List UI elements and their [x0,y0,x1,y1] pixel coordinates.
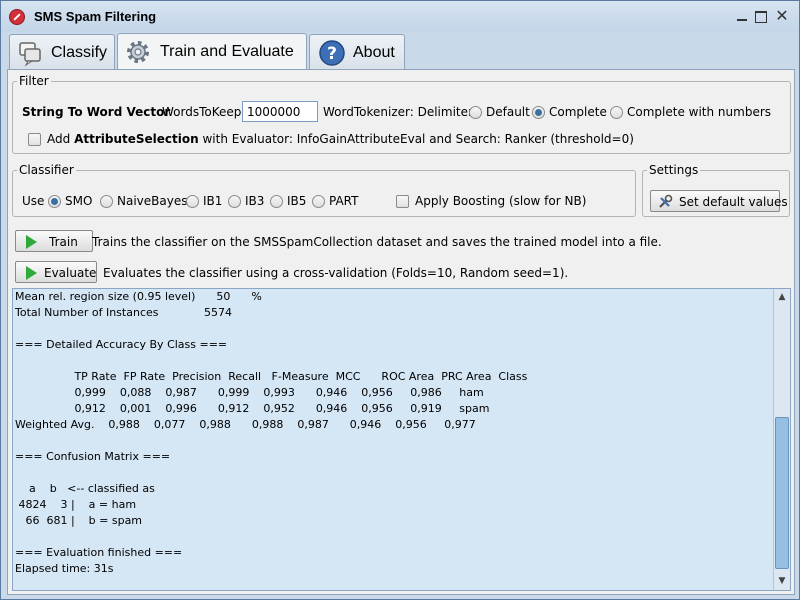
classifier-legend: Classifier [19,163,74,177]
evaluate-button[interactable]: Evaluate [15,261,97,283]
classifier-ib1-label: IB1 [203,194,223,208]
train-button-label: Train [49,235,78,249]
tab-classify[interactable]: Classify [9,34,115,69]
words-to-keep-label: WordsToKeep [162,105,242,119]
output-line: a b <-- classified as [15,482,155,495]
classifier-smo-radio[interactable] [48,195,61,208]
delimiter-complete-numbers-radio[interactable] [610,106,623,119]
classifier-smo-label: SMO [65,194,93,208]
chat-bubbles-icon [19,42,41,67]
tab-train-evaluate-label: Train and Evaluate [160,43,294,60]
classifier-ib5-label: IB5 [287,194,307,208]
app-window: SMS Spam Filtering ✕ Classify Train and … [0,0,800,600]
output-line: === Confusion Matrix === [15,450,171,463]
classifier-ib3-radio[interactable] [228,195,241,208]
delimiter-complete-label: Complete [549,105,607,119]
classifier-part-label: PART [329,194,359,208]
scroll-down-icon[interactable]: ▼ [774,573,790,590]
tools-icon [659,194,673,208]
evaluate-description: Evaluates the classifier using a cross-v… [103,266,569,280]
maximize-icon[interactable] [749,6,771,26]
attribute-selection-checkbox[interactable] [28,133,41,146]
attribute-selection-prefix: Add [47,132,71,146]
set-default-values-button[interactable]: Set default values [650,190,788,212]
boosting-label: Apply Boosting (slow for NB) [415,194,587,208]
set-default-values-label: Set default values [679,195,788,209]
gear-icon [127,41,149,63]
output-line: 66 681 | b = spam [15,514,143,527]
delimiter-default-radio[interactable] [469,106,482,119]
scroll-thumb[interactable] [775,417,789,569]
output-line: 0,912 0,001 0,996 0,912 0,952 0,946 0,95… [15,402,490,415]
output-line: 0,999 0,088 0,987 0,999 0,993 0,946 0,95… [15,386,484,399]
output-line: === Detailed Accuracy By Class === [15,338,228,351]
window-title: SMS Spam Filtering [34,9,157,24]
app-icon [9,9,25,25]
delimiter-default-label: Default [486,105,530,119]
train-button[interactable]: Train [15,230,93,252]
words-to-keep-input[interactable] [242,101,318,122]
tab-about[interactable]: ? About [309,34,405,69]
output-line: Weighted Avg. 0,988 0,077 0,988 0,988 0,… [15,418,476,431]
svg-text:?: ? [327,44,337,64]
attribute-selection-suffix: with Evaluator: InfoGainAttributeEval an… [202,132,634,146]
tab-train-evaluate[interactable]: Train and Evaluate [117,33,307,70]
play-icon [26,266,37,280]
train-description: Trains the classifier on the SMSSpamColl… [92,235,662,249]
output-line: === Evaluation finished === [15,546,183,559]
classifier-ib5-radio[interactable] [270,195,283,208]
tab-about-label: About [353,44,395,61]
attribute-selection-label: Add AttributeSelection with Evaluator: I… [47,132,634,146]
classifier-naivebayes-label: NaiveBayes [117,194,188,208]
output-text: Mean rel. region size (0.95 level) 50 % T… [15,289,527,577]
output-line: Total Number of Instances 5574 [15,306,232,319]
title-bar: SMS Spam Filtering ✕ [1,1,799,32]
tokenizer-label: WordTokenizer: Delimiters [323,105,480,119]
evaluate-button-label: Evaluate [44,266,97,280]
output-text-area[interactable]: Mean rel. region size (0.95 level) 50 % T… [12,288,791,591]
filter-legend: Filter [19,74,49,88]
classifier-ib1-radio[interactable] [186,195,199,208]
delimiter-complete-numbers-label: Complete with numbers [627,105,772,119]
filter-method-label: String To Word Vector [22,105,171,119]
classifier-use-label: Use [22,194,45,208]
question-icon: ? [319,40,345,66]
boosting-checkbox[interactable] [396,195,409,208]
play-icon [26,235,37,249]
output-line: 4824 3 | a = ham [15,498,137,511]
output-line: Elapsed time: 31s [15,562,114,575]
classifier-part-radio[interactable] [312,195,325,208]
scroll-up-icon[interactable]: ▲ [774,289,790,306]
classifier-naivebayes-radio[interactable] [100,195,113,208]
classifier-group: Classifier [12,163,636,217]
settings-legend: Settings [649,163,699,177]
output-line: Mean rel. region size (0.95 level) 50 % [15,290,262,303]
tab-classify-label: Classify [51,44,108,61]
attribute-selection-bold: AttributeSelection [74,132,199,146]
close-icon[interactable]: ✕ [771,6,793,26]
output-scrollbar[interactable]: ▲ ▼ [773,289,790,590]
delimiter-complete-radio[interactable] [532,106,545,119]
classifier-ib3-label: IB3 [245,194,265,208]
train-evaluate-panel: Filter String To Word Vector WordsToKeep… [7,69,795,595]
tab-bar: Classify Train and Evaluate ? About [1,32,799,70]
output-line: TP Rate FP Rate Precision Recall F-Measu… [15,370,528,383]
